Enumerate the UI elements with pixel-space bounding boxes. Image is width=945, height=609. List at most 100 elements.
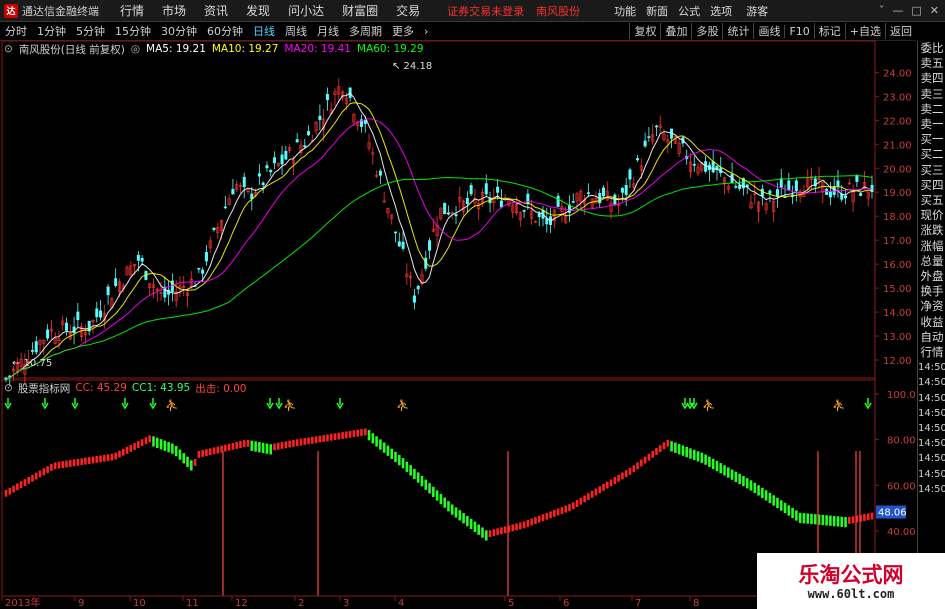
side-panel-item[interactable]: 买四 xyxy=(918,178,945,193)
watermark-title: 乐淘公式网 xyxy=(798,562,904,587)
watermark: 乐淘公式网 www.60lt.com xyxy=(757,553,945,609)
candle xyxy=(76,311,80,321)
price-tick-label: 22.00 xyxy=(883,116,912,127)
candle xyxy=(443,202,447,215)
price-tick-label: 12.00 xyxy=(883,356,912,367)
candle xyxy=(760,188,764,197)
time-tick-label: 2013年 xyxy=(5,596,40,609)
time-tick-label: 6 xyxy=(563,598,569,609)
candle xyxy=(586,192,590,194)
side-panel-item[interactable]: 14:50 xyxy=(918,467,945,482)
candle xyxy=(212,227,216,230)
cc-value: CC: 45.29 xyxy=(75,382,127,394)
side-panel-item[interactable]: 涨幅 xyxy=(918,239,945,254)
side-panel-item[interactable]: 收益 xyxy=(918,315,945,330)
indicator-tick-label: 40.00 xyxy=(887,527,916,538)
candle xyxy=(394,231,398,234)
time-tick-label: 7 xyxy=(635,598,641,609)
time-tick-label: 8 xyxy=(693,598,699,609)
down-arrow-icon xyxy=(864,398,872,410)
side-panel-item[interactable]: 14:50 xyxy=(918,360,945,375)
candle xyxy=(692,164,696,166)
candle xyxy=(231,188,235,195)
side-panel-item[interactable]: 自动 xyxy=(918,330,945,345)
ma60-line xyxy=(5,175,873,380)
candle xyxy=(265,165,269,169)
candle xyxy=(624,184,628,195)
down-arrow-icon xyxy=(275,398,283,410)
down-arrow-icon xyxy=(121,398,129,410)
price-tick-label: 24.00 xyxy=(883,68,912,79)
side-panel-item[interactable]: 14:50 xyxy=(918,451,945,466)
candle xyxy=(556,195,560,207)
candle xyxy=(620,187,624,193)
side-panel-item[interactable]: 卖二 xyxy=(918,102,945,117)
side-panel-item[interactable]: 净资 xyxy=(918,299,945,314)
side-panel-item[interactable]: 14:50 xyxy=(918,421,945,436)
candle xyxy=(197,267,201,270)
indicator-header: ⊙ 股票指标网 CC: 45.29 CC1: 43.95 出击: 0.00 xyxy=(4,381,251,395)
candle xyxy=(711,161,715,173)
candle xyxy=(636,158,640,161)
ma20-line xyxy=(5,118,873,380)
side-panel-item[interactable]: 涨跌 xyxy=(918,223,945,238)
side-panel-item[interactable]: 14:50 xyxy=(918,391,945,406)
signal-figure-icon: ⛹ xyxy=(702,398,716,412)
watermark-url: www.60lt.com xyxy=(807,587,895,601)
time-tick-label: 11 xyxy=(186,598,199,609)
out-value: 出击: 0.00 xyxy=(195,382,247,395)
candle xyxy=(318,115,322,121)
candle xyxy=(114,278,118,286)
candle xyxy=(768,190,772,194)
signal-figure-icon: ⛹ xyxy=(283,398,297,412)
down-arrow-icon xyxy=(149,398,157,410)
price-tick-label: 17.00 xyxy=(883,236,912,247)
ma20-value: MA20: 19.41 xyxy=(284,43,351,55)
indicator-tick-label: 60.00 xyxy=(887,481,916,492)
indicator-tick-label: 80.00 xyxy=(887,436,916,447)
candle xyxy=(775,189,779,197)
side-panel-item[interactable]: 现价 xyxy=(918,208,945,223)
candle xyxy=(628,169,632,180)
side-panel-item[interactable]: 14:50 xyxy=(918,406,945,421)
candle xyxy=(654,125,658,128)
kline-chart[interactable]: 24.00 23.00 22.00 21.00 20.00 19.00 18.00 17.00… xyxy=(0,0,945,609)
ma5-value: MA5: 19.21 xyxy=(146,43,206,55)
candle xyxy=(734,186,738,188)
candle xyxy=(136,254,140,261)
side-panel-item[interactable]: 外盘 xyxy=(918,269,945,284)
candle xyxy=(295,139,299,143)
high-price-label: ↖ 24.18 xyxy=(392,61,432,72)
side-panel-item[interactable]: 卖五 xyxy=(918,56,945,71)
chart-collapse-icon[interactable]: ⊙ xyxy=(4,43,13,55)
indicator-collapse-icon[interactable]: ⊙ xyxy=(4,382,13,394)
stock-chart-title: 南风股份(日线 前复权) xyxy=(18,43,125,56)
side-panel-item[interactable]: 买一 xyxy=(918,132,945,147)
side-panel-item[interactable]: 买五 xyxy=(918,193,945,208)
current-value-label: 48.06 xyxy=(878,508,907,519)
side-panel-item[interactable]: 买三 xyxy=(918,163,945,178)
candle xyxy=(272,157,276,164)
side-panel-item[interactable]: 总量 xyxy=(918,254,945,269)
candle xyxy=(201,269,205,274)
side-panel-item[interactable]: 卖四 xyxy=(918,71,945,86)
side-panel-item[interactable]: 14:50 xyxy=(918,375,945,390)
candle xyxy=(269,170,273,173)
side-panel-item[interactable]: 卖一 xyxy=(918,117,945,132)
settings-icon[interactable]: ◎ xyxy=(131,43,140,55)
candle xyxy=(397,241,401,247)
side-panel-item[interactable]: 委比 xyxy=(918,41,945,56)
side-panel-item[interactable]: 卖三 xyxy=(918,87,945,102)
candle xyxy=(787,180,791,191)
candle xyxy=(844,195,848,199)
side-panel-item[interactable]: 14:50 xyxy=(918,482,945,497)
side-panel-item[interactable]: 买二 xyxy=(918,147,945,162)
indicator-frame xyxy=(1,379,876,597)
price-tick-label: 13.00 xyxy=(883,332,912,343)
side-panel-item[interactable]: 14:50 xyxy=(918,436,945,451)
candle xyxy=(484,183,488,195)
side-panel-item[interactable]: 行情 xyxy=(918,345,945,360)
side-panel-item[interactable]: 换手 xyxy=(918,284,945,299)
indicator-name[interactable]: 股票指标网 xyxy=(18,381,71,396)
candle xyxy=(257,173,261,177)
